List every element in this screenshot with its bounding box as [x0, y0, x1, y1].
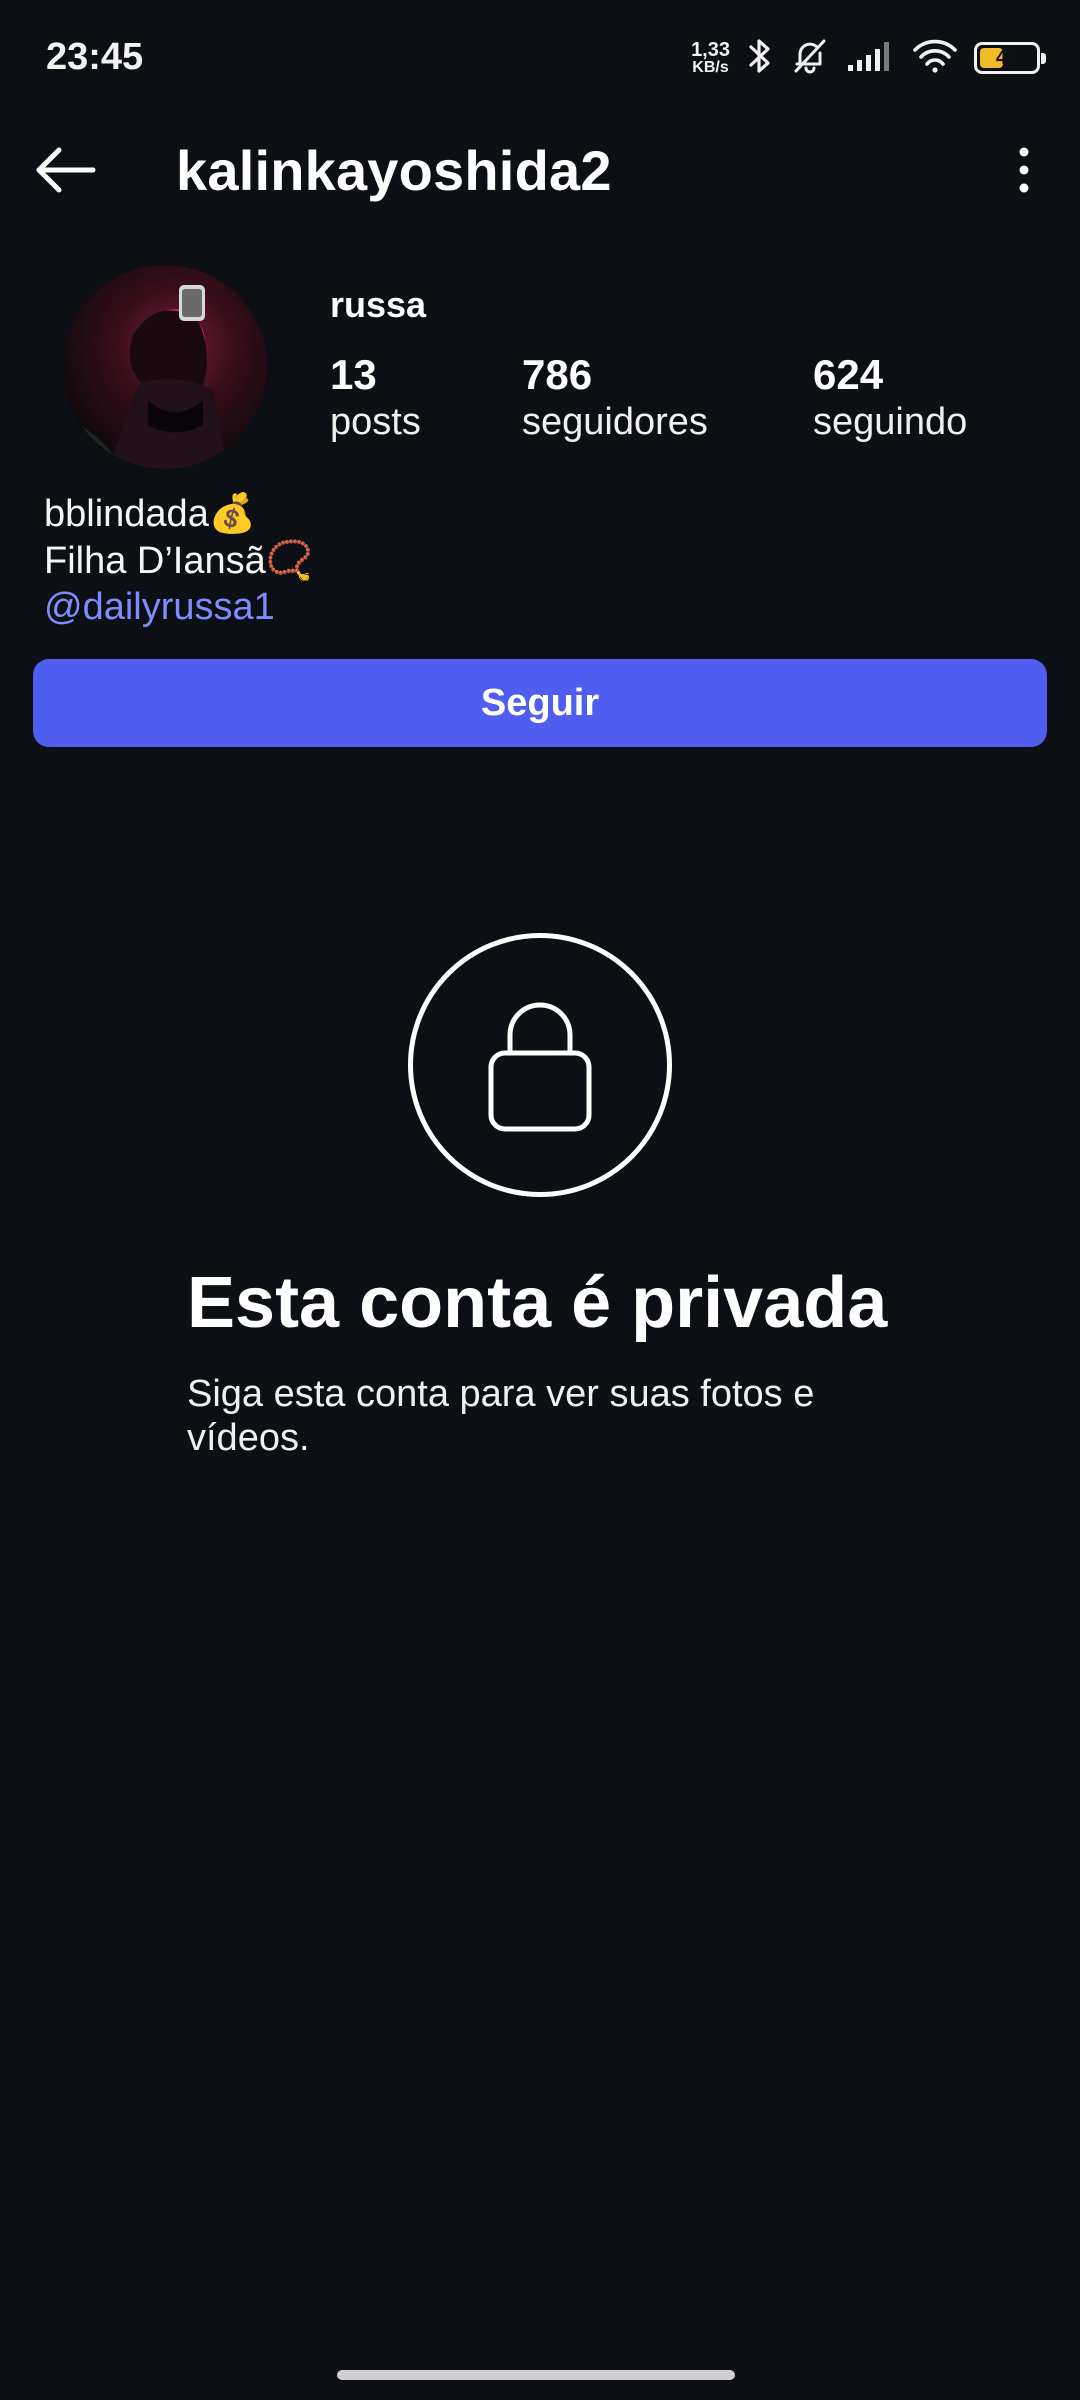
- page-title: kalinkayoshida2: [176, 139, 612, 202]
- more-options-button[interactable]: [1004, 142, 1044, 198]
- profile-display-name: russa: [330, 284, 427, 325]
- private-lock-badge: [408, 933, 672, 1197]
- private-account-title: Esta conta é privada: [187, 1263, 888, 1343]
- more-vertical-icon: [1019, 147, 1029, 193]
- bio-line-1: bblindada💰: [44, 490, 313, 537]
- wifi-icon: [912, 37, 958, 80]
- status-icons: 1,33 KB/s 48: [691, 34, 1046, 82]
- bell-muted-icon: [790, 36, 830, 81]
- arrow-left-icon: [36, 147, 96, 193]
- stat-posts[interactable]: 13 posts: [330, 351, 421, 448]
- bio-mention-link[interactable]: @dailyrussa1: [44, 584, 313, 630]
- profile-header: kalinkayoshida2: [0, 118, 1080, 222]
- lock-icon: [488, 1002, 592, 1132]
- battery-level: 48: [995, 46, 1019, 69]
- bio-line-2-text: Filha D’Iansã: [44, 540, 266, 582]
- follow-button[interactable]: Seguir: [33, 659, 1047, 747]
- avatar[interactable]: [63, 265, 267, 469]
- stat-followers[interactable]: 786 seguidores: [522, 351, 708, 448]
- profile-screen: 23:45 1,33 KB/s 48 kalinkayoshida2 russa…: [0, 0, 1080, 2400]
- bio-line-2: Filha D’Iansã📿: [44, 537, 313, 584]
- private-account-description: Siga esta conta para ver suas fotos e ví…: [187, 1373, 815, 1459]
- followers-count: 786: [522, 351, 593, 398]
- bio-line-1-text: bblindada: [44, 493, 209, 535]
- network-speed-value: 1,33: [691, 39, 730, 61]
- network-speed-unit: KB/s: [692, 59, 729, 76]
- posts-count: 13: [330, 351, 377, 398]
- status-bar: 23:45 1,33 KB/s 48: [0, 0, 1080, 118]
- money-bag-icon: 💰: [208, 491, 257, 535]
- profile-bio: bblindada💰 Filha D’Iansã📿 @dailyrussa1: [44, 490, 313, 630]
- following-count: 624: [813, 351, 884, 398]
- battery-icon: 48: [974, 42, 1046, 74]
- bluetooth-icon: [746, 36, 774, 81]
- home-indicator[interactable]: [337, 2370, 735, 2380]
- network-speed: 1,33 KB/s: [691, 40, 730, 76]
- back-button[interactable]: [30, 140, 100, 200]
- followers-label: seguidores: [522, 401, 708, 444]
- prayer-beads-icon: 📿: [265, 538, 314, 582]
- following-label: seguindo: [813, 401, 968, 444]
- posts-label: posts: [330, 401, 421, 444]
- signal-icon: [846, 39, 896, 78]
- stat-following[interactable]: 624 seguindo: [813, 351, 968, 448]
- status-time: 23:45: [46, 36, 144, 78]
